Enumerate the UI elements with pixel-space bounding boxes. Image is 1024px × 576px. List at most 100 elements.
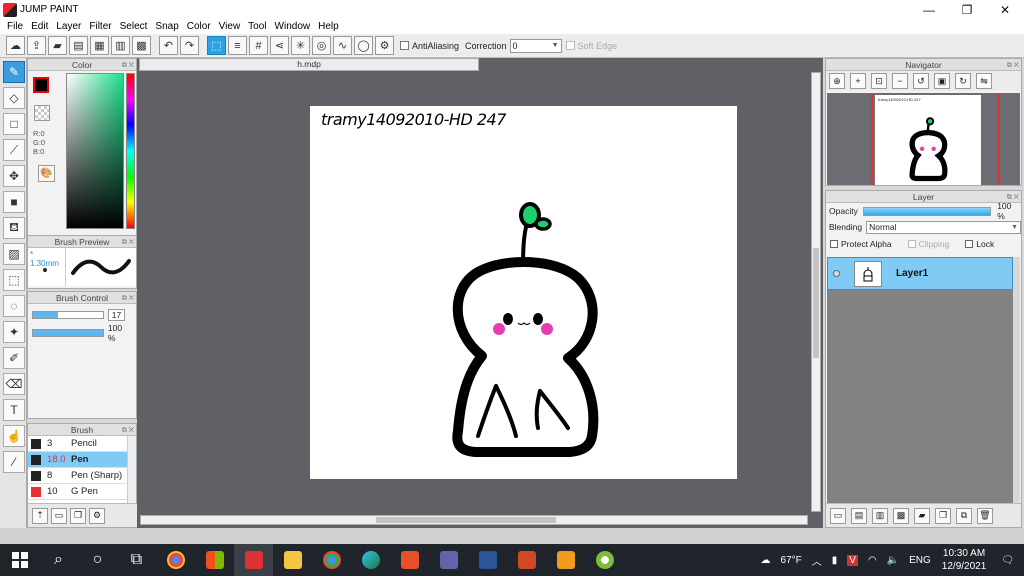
zoom-out-icon[interactable]: − [892, 73, 908, 89]
brush-new-icon[interactable]: ▭ [51, 507, 67, 524]
cortana-icon[interactable]: ○ [78, 544, 117, 576]
gradient-tool-icon[interactable]: ▨ [3, 243, 25, 265]
chrome-app-icon[interactable] [156, 544, 195, 576]
snap-circle-icon[interactable]: ◎ [312, 36, 331, 55]
hue-slider[interactable] [126, 73, 135, 229]
cloud-icon[interactable]: ☁ [6, 36, 25, 55]
teams-icon[interactable] [429, 544, 468, 576]
flip-icon[interactable]: ⇋ [976, 73, 992, 89]
scroll-thumb[interactable] [376, 517, 556, 523]
new-folder-icon[interactable]: ▰ [914, 507, 930, 524]
brush-item-g-pen[interactable]: 10 G Pen [28, 484, 136, 500]
export-icon[interactable]: ⇪ [27, 36, 46, 55]
menu-snap[interactable]: Snap [151, 21, 182, 32]
menu-tool[interactable]: Tool [244, 21, 270, 32]
orange-app-icon[interactable] [546, 544, 585, 576]
wifi-icon[interactable]: ◠ [868, 555, 877, 566]
saturation-value-picker[interactable] [66, 73, 124, 229]
eyedropper-tool-icon[interactable]: ⁄ [3, 451, 25, 473]
rectangle-tool-icon[interactable]: □ [3, 113, 25, 135]
magic-wand-tool-icon[interactable]: ✦ [3, 321, 25, 343]
menu-file[interactable]: File [3, 21, 27, 32]
new-layer-1bit-icon[interactable]: ▥ [872, 507, 888, 524]
panel-icon[interactable]: ▥ [111, 36, 130, 55]
menu-layer[interactable]: Layer [52, 21, 85, 32]
fill-rect-tool-icon[interactable]: ■ [3, 191, 25, 213]
eraser-tool-icon[interactable]: ◇ [3, 87, 25, 109]
snap-burst-icon[interactable]: ✳ [291, 36, 310, 55]
file-explorer-icon[interactable] [273, 544, 312, 576]
powerpoint-icon[interactable] [507, 544, 546, 576]
brush-opacity-slider[interactable] [32, 329, 104, 337]
layer-list-scrollbar[interactable] [1013, 257, 1020, 503]
weather-icon[interactable]: ☁ [761, 555, 771, 566]
task-view-icon[interactable]: ⧉ [117, 544, 156, 576]
scroll-thumb[interactable] [813, 248, 819, 358]
zoom-icon[interactable]: ⊕ [829, 73, 845, 89]
antialiasing-checkbox[interactable]: AntiAliasing [400, 41, 459, 51]
new-halftone-layer-icon[interactable]: ▩ [893, 507, 909, 524]
search-icon[interactable]: ⌕ [39, 544, 78, 576]
edge-icon[interactable] [351, 544, 390, 576]
merge-layer-icon[interactable]: ⧉ [956, 507, 972, 524]
new-layer-icon[interactable]: ▭ [830, 507, 846, 524]
drawing-canvas[interactable]: tramy14092010-HD 247 [310, 106, 737, 479]
line-tool-icon[interactable]: ⟋ [3, 139, 25, 161]
navigator-preview[interactable]: tramy14092010-HD 247 [827, 93, 1020, 185]
menu-help[interactable]: Help [314, 21, 343, 32]
rotate-right-icon[interactable]: ↻ [955, 73, 971, 89]
text-tool-icon[interactable]: T [3, 399, 25, 421]
jump-paint-app-icon[interactable] [234, 544, 273, 576]
horizontal-scrollbar[interactable] [140, 515, 808, 525]
correction-select[interactable]: 0 ▼ [509, 38, 562, 53]
operation-tool-icon[interactable]: ☝ [3, 425, 25, 447]
protect-alpha-checkbox[interactable]: Protect Alpha [830, 239, 892, 249]
soft-edge-checkbox[interactable]: Soft Edge [565, 41, 617, 51]
bucket-tool-icon[interactable]: ⛾ [3, 217, 25, 239]
usb-icon[interactable]: ▮ [832, 555, 838, 566]
grid-icon[interactable]: ▩ [132, 36, 151, 55]
menu-window[interactable]: Window [271, 21, 315, 32]
green-app-icon[interactable] [585, 544, 624, 576]
tray-chevron-icon[interactable]: ︿ [812, 553, 822, 568]
notifications-icon[interactable]: 🗨 [1001, 555, 1014, 566]
brush-item-pen[interactable]: 18.0 Pen [28, 452, 136, 468]
snap-off-icon[interactable]: ⬚ [207, 36, 226, 55]
fit-icon[interactable]: ⊡ [871, 73, 887, 89]
page-icon[interactable]: ▦ [90, 36, 109, 55]
snap-curve-icon[interactable]: ∿ [333, 36, 352, 55]
comment-icon[interactable]: ▰ [48, 36, 67, 55]
move-tool-icon[interactable]: ✥ [3, 165, 25, 187]
snap-radial-icon[interactable]: ⋖ [270, 36, 289, 55]
clock[interactable]: 10:30 AM 12/9/2021 [942, 547, 987, 573]
office-icon[interactable] [390, 544, 429, 576]
rotate-left-icon[interactable]: ↺ [913, 73, 929, 89]
panel-pin-icon[interactable]: ⧉ ✕ [1007, 192, 1019, 204]
brush-add-icon[interactable]: ⇡ [32, 507, 48, 524]
zoom-in-icon[interactable]: + [850, 73, 866, 89]
workspace[interactable]: tramy14092010-HD 247 [140, 72, 808, 512]
lock-checkbox[interactable]: Lock [965, 239, 994, 249]
snap-ellipse-icon[interactable]: ◯ [354, 36, 373, 55]
store-app-icon[interactable] [195, 544, 234, 576]
panel-pin-icon[interactable]: ⧉ ✕ [1007, 60, 1019, 72]
snap-parallel-icon[interactable]: ≡ [228, 36, 247, 55]
brush-item-pen-sharp[interactable]: 8 Pen (Sharp) [28, 468, 136, 484]
layer-item[interactable]: Layer1 [827, 257, 1013, 290]
brush-size-value[interactable]: 17 [108, 309, 125, 321]
start-button[interactable] [0, 544, 39, 576]
snap-grid-icon[interactable]: # [249, 36, 268, 55]
select-pen-tool-icon[interactable]: ✐ [3, 347, 25, 369]
language-indicator[interactable]: ENG [909, 555, 931, 566]
brush-settings-icon[interactable]: ⚙ [89, 507, 105, 524]
brush-tool-icon[interactable]: ✎ [3, 61, 25, 83]
blending-select[interactable]: Normal ▼ [866, 220, 1021, 234]
reset-view-icon[interactable]: ▣ [934, 73, 950, 89]
lasso-tool-icon[interactable]: ◌ [3, 295, 25, 317]
maximize-button[interactable]: ❐ [948, 0, 986, 19]
new-layer-8bit-icon[interactable]: ▤ [851, 507, 867, 524]
clipping-checkbox[interactable]: Clipping [907, 239, 949, 249]
menu-filter[interactable]: Filter [85, 21, 115, 32]
chrome-icon[interactable] [312, 544, 351, 576]
weather-temp[interactable]: 67°F [781, 555, 802, 566]
